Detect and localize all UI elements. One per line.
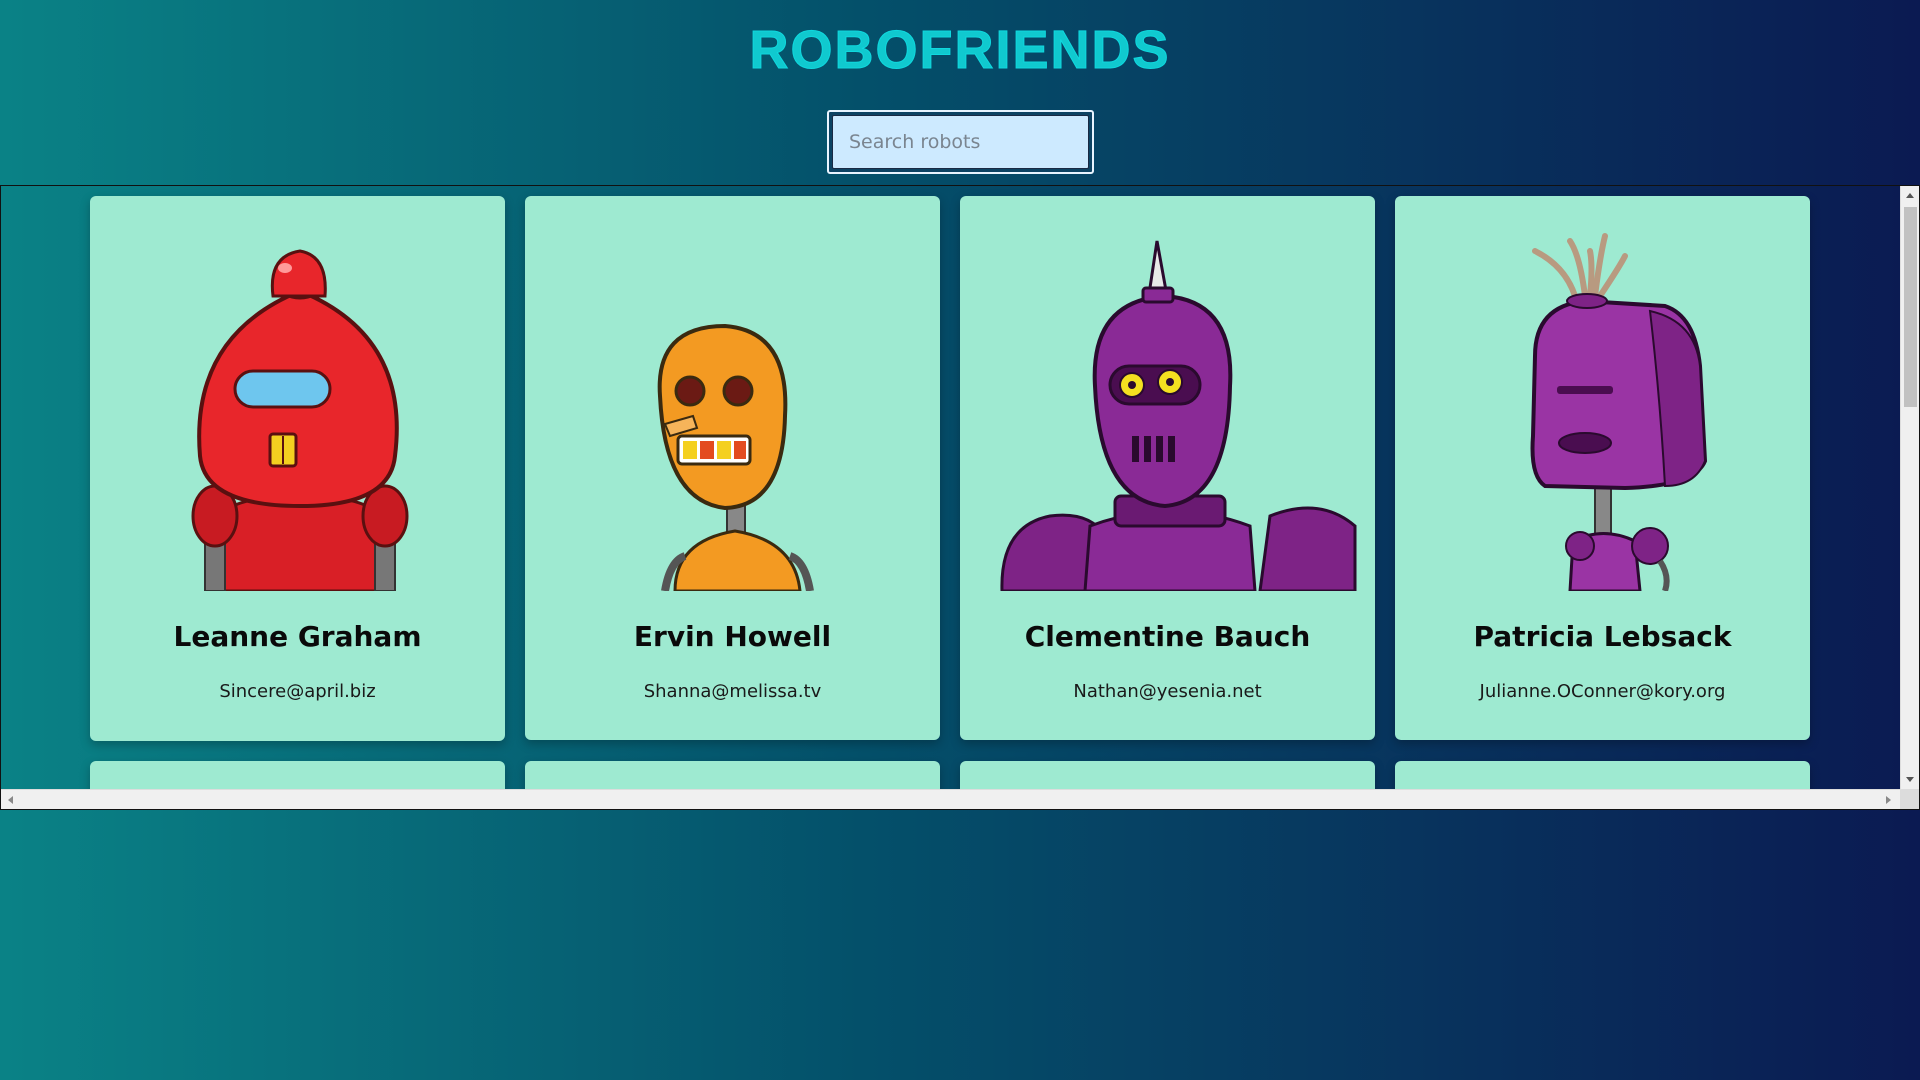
horizontal-scrollbar[interactable]	[1, 789, 1919, 809]
robot-email: Nathan@yesenia.net	[1073, 681, 1262, 702]
app-title: ROBOFRIENDS	[749, 20, 1171, 80]
robot-card: Patricia Lebsack Julianne.OConner@kory.o…	[1395, 196, 1810, 740]
scroll-down-arrow-icon[interactable]	[1906, 777, 1914, 782]
search-input[interactable]	[832, 115, 1089, 169]
robot-email: Shanna@melissa.tv	[643, 681, 822, 702]
robot-name: Patricia Lebsack	[1473, 620, 1732, 653]
robot-name: Leanne Graham	[173, 620, 422, 653]
purple-robot-avatar	[960, 196, 1375, 591]
scrollbar-corner	[1900, 789, 1919, 809]
robot-name: Clementine Bauch	[1024, 620, 1311, 653]
robot-email: Sincere@april.biz	[219, 681, 376, 702]
orange-robot-avatar	[525, 196, 940, 591]
card-list-scroll-area[interactable]: Leanne Graham Sincere@april.biz Ervin Ho…	[0, 185, 1920, 810]
purple-robot-avatar	[1395, 196, 1810, 591]
red-robot-avatar	[90, 196, 505, 591]
robot-card: Clementine Bauch Nathan@yesenia.net	[960, 196, 1375, 740]
robot-card: Leanne Graham Sincere@april.biz	[90, 196, 505, 741]
scroll-left-arrow-icon[interactable]	[8, 796, 13, 804]
scroll-right-arrow-icon[interactable]	[1886, 796, 1891, 804]
vertical-scroll-thumb[interactable]	[1904, 207, 1917, 407]
robot-email: Julianne.OConner@kory.org	[1479, 681, 1726, 702]
vertical-scrollbar[interactable]	[1900, 186, 1919, 789]
scroll-up-arrow-icon[interactable]	[1906, 193, 1914, 198]
robot-name: Ervin Howell	[633, 620, 832, 653]
search-box	[827, 110, 1094, 174]
robot-card: Ervin Howell Shanna@melissa.tv	[525, 196, 940, 740]
